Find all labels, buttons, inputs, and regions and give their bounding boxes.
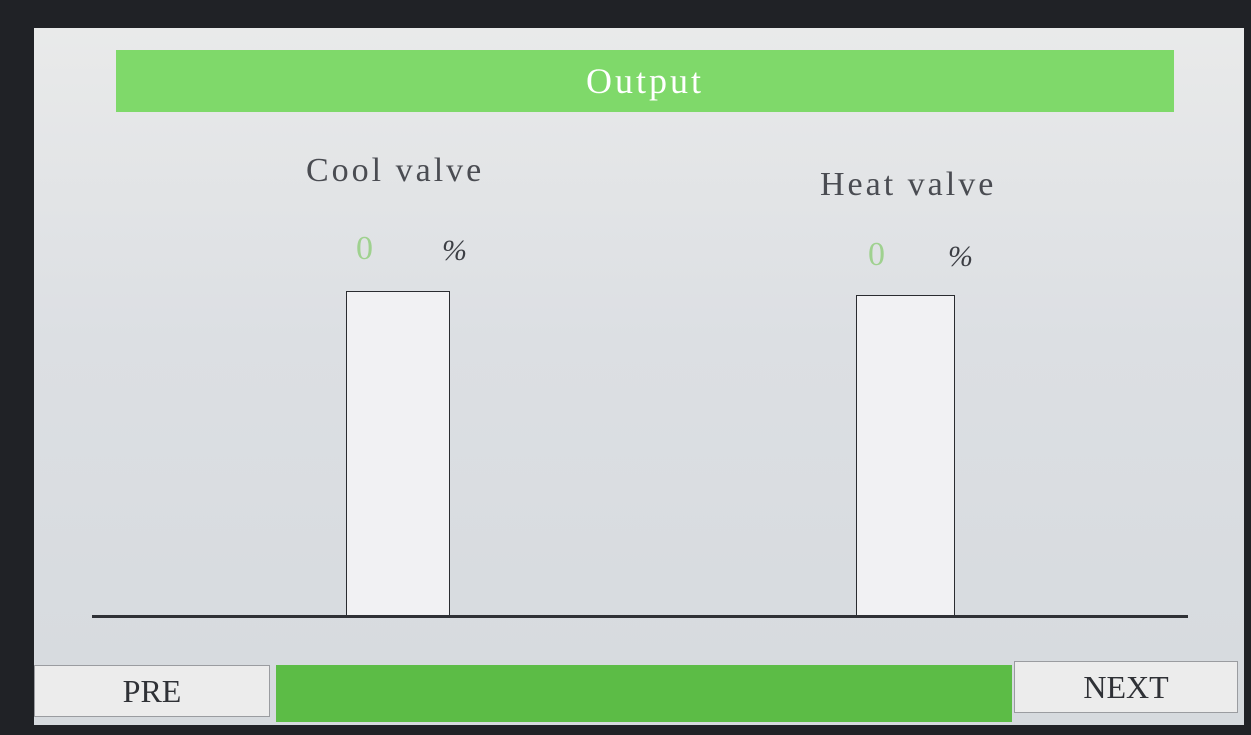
cool-valve-unit: %: [442, 234, 467, 267]
cool-valve-value: 0: [356, 230, 373, 267]
cool-valve-label: Cool valve: [306, 152, 485, 189]
title-bar: Output: [116, 50, 1174, 112]
hmi-screen: Output Cool valve 0 % Heat valve 0 % PRE…: [34, 28, 1244, 725]
next-button[interactable]: NEXT: [1014, 661, 1238, 713]
page-title: Output: [585, 61, 704, 101]
cool-valve-bar: [346, 291, 450, 618]
device-bezel: Output Cool valve 0 % Heat valve 0 % PRE…: [0, 0, 1251, 735]
heat-valve-unit: %: [948, 240, 973, 273]
heat-valve-value: 0: [868, 236, 885, 273]
chart-baseline: [92, 615, 1188, 618]
heat-valve-label: Heat valve: [820, 166, 997, 203]
heat-valve-bar: [856, 295, 955, 618]
status-bar: [276, 665, 1012, 722]
prev-button[interactable]: PRE: [34, 665, 270, 717]
